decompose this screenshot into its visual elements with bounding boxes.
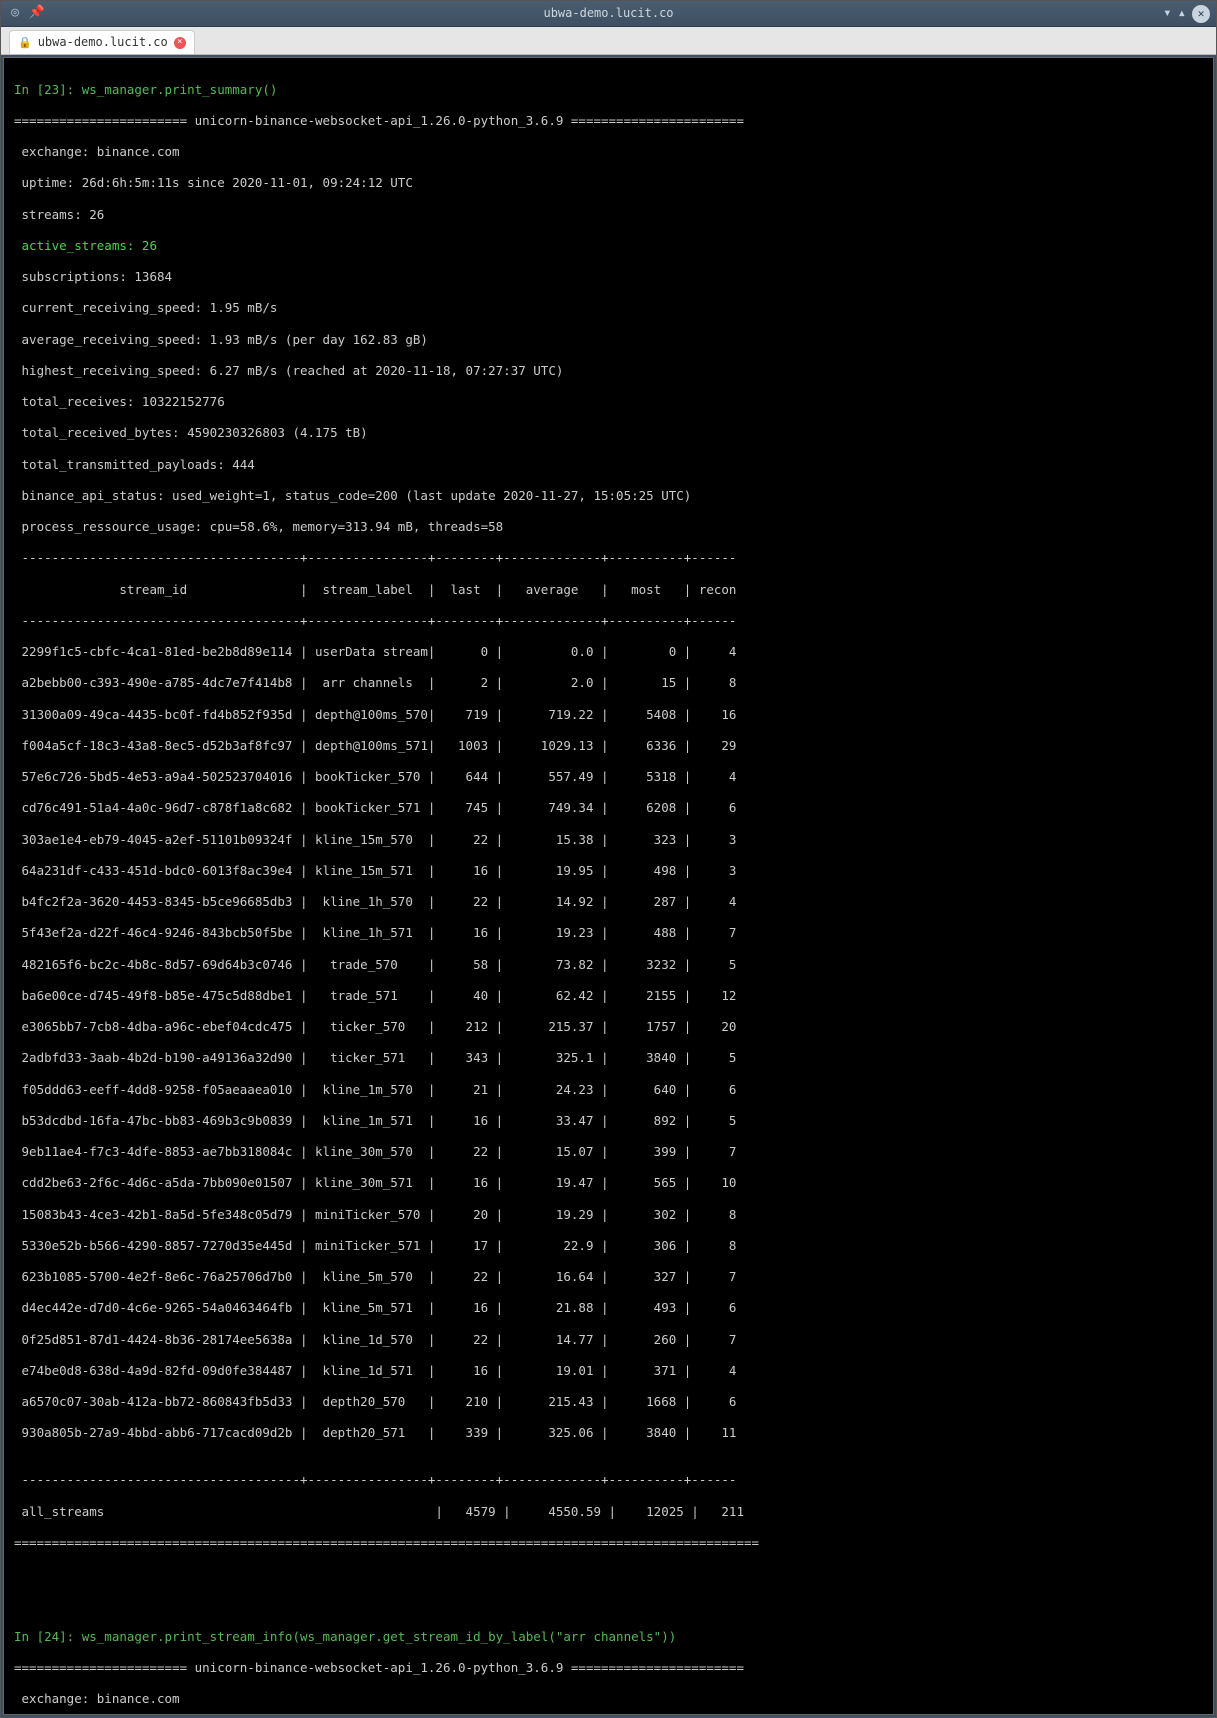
table-row: 2adbfd33-3aab-4b2d-b190-a49136a32d90 | t…: [14, 1050, 1203, 1066]
table-row: 64a231df-c433-451d-bdc0-6013f8ac39e4 | k…: [14, 863, 1203, 879]
summary-line: highest_receiving_speed: 6.27 mB/s (reac…: [14, 363, 1203, 379]
table-row: 303ae1e4-eb79-4045-a2ef-51101b09324f | k…: [14, 832, 1203, 848]
summary-line: binance_api_status: used_weight=1, statu…: [14, 488, 1203, 504]
info-line: exchange: binance.com: [14, 1691, 1203, 1707]
summary-line: average_receiving_speed: 1.93 mB/s (per …: [14, 332, 1203, 348]
table-row: 2299f1c5-cbfc-4ca1-81ed-be2b8d89e114 | u…: [14, 644, 1203, 660]
table-row: 5f43ef2a-d22f-46c4-9246-843bcb50f5be | k…: [14, 925, 1203, 941]
banner-line: ======================= unicorn-binance-…: [14, 1660, 1203, 1676]
summary-line: uptime: 26d:6h:5m:11s since 2020-11-01, …: [14, 175, 1203, 191]
ipython-prompt: In [23]: ws_manager.print_summary(): [14, 82, 277, 97]
table-row: d4ec442e-d7d0-4c6e-9265-54a0463464fb | k…: [14, 1300, 1203, 1316]
app-window: ◎ 📌 ubwa-demo.lucit.co ▾ ▴ ✕ 🔒 ubwa-demo…: [0, 0, 1217, 1718]
browser-tabbar: 🔒 ubwa-demo.lucit.co ×: [1, 27, 1216, 55]
table-row: cdd2be63-2f6c-4d6c-a5da-7bb090e01507 | k…: [14, 1175, 1203, 1191]
eq-line: ========================================…: [14, 1535, 1203, 1551]
table-row: b53dcdbd-16fa-47bc-bb83-469b3c9b0839 | k…: [14, 1113, 1203, 1129]
table-row: 31300a09-49ca-4435-bc0f-fd4b852f935d | d…: [14, 707, 1203, 723]
active-streams-line: active_streams: 26: [14, 238, 1203, 254]
table-row: 623b1085-5700-4e2f-8e6c-76a25706d7b0 | k…: [14, 1269, 1203, 1285]
table-row: ba6e00ce-d745-49f8-b85e-475c5d88dbe1 | t…: [14, 988, 1203, 1004]
table-row: a2bebb00-c393-490e-a785-4dc7e7f414b8 | a…: [14, 675, 1203, 691]
tab-label: ubwa-demo.lucit.co: [38, 35, 168, 50]
table-row: 57e6c726-5bd5-4e53-a9a4-502523704016 | b…: [14, 769, 1203, 785]
table-row: 15083b43-4ce3-42b1-8a5d-5fe348c05d79 | m…: [14, 1207, 1203, 1223]
table-sep: -------------------------------------+--…: [14, 1472, 1203, 1488]
browser-tab[interactable]: 🔒 ubwa-demo.lucit.co ×: [9, 30, 195, 54]
summary-line: exchange: binance.com: [14, 144, 1203, 160]
summary-line: subscriptions: 13684: [14, 269, 1203, 285]
summary-line: total_transmitted_payloads: 444: [14, 457, 1203, 473]
summary-line: total_received_bytes: 4590230326803 (4.1…: [14, 425, 1203, 441]
table-row: 930a805b-27a9-4bbd-abb6-717cacd09d2b | d…: [14, 1425, 1203, 1441]
summary-line: streams: 26: [14, 207, 1203, 223]
table-row: a6570c07-30ab-412a-bb72-860843fb5d33 | d…: [14, 1394, 1203, 1410]
summary-line: current_receiving_speed: 1.95 mB/s: [14, 300, 1203, 316]
tab-close-icon[interactable]: ×: [174, 37, 186, 49]
table-row: e3065bb7-7cb8-4dba-a96c-ebef04cdc475 | t…: [14, 1019, 1203, 1035]
pin-icon[interactable]: 📌: [29, 6, 45, 22]
terminal-pane[interactable]: In [23]: ws_manager.print_summary() ====…: [3, 57, 1214, 1715]
table-sep: -------------------------------------+--…: [14, 613, 1203, 629]
table-row: f004a5cf-18c3-43a8-8ec5-d52b3af8fc97 | d…: [14, 738, 1203, 754]
table-sep: -------------------------------------+--…: [14, 550, 1203, 566]
table-row: 5330e52b-b566-4290-8857-7270d35e445d | m…: [14, 1238, 1203, 1254]
window-title: ubwa-demo.lucit.co: [87, 6, 1130, 21]
table-row: cd76c491-51a4-4a0c-96d7-c878f1a8c682 | b…: [14, 800, 1203, 816]
summary-line: total_receives: 10322152776: [14, 394, 1203, 410]
table-row: f05ddd63-eeff-4dd8-9258-f05aeaaea010 | k…: [14, 1082, 1203, 1098]
table-totals: all_streams | 4579 | 4550.59 | 12025 | 2…: [14, 1504, 1203, 1520]
table-row: 0f25d851-87d1-4424-8b36-28174ee5638a | k…: [14, 1332, 1203, 1348]
window-titlebar[interactable]: ◎ 📌 ubwa-demo.lucit.co ▾ ▴ ✕: [1, 1, 1216, 27]
close-icon[interactable]: ✕: [1192, 5, 1210, 23]
app-icon: ◎: [7, 6, 23, 22]
minimize-icon[interactable]: ▾: [1163, 5, 1171, 23]
banner-line: ======================= unicorn-binance-…: [14, 113, 1203, 129]
table-row: 9eb11ae4-f7c3-4dfe-8853-ae7bb318084c | k…: [14, 1144, 1203, 1160]
maximize-icon[interactable]: ▴: [1178, 5, 1186, 23]
summary-line: process_ressource_usage: cpu=58.6%, memo…: [14, 519, 1203, 535]
lock-icon: 🔒: [18, 36, 32, 50]
table-row: 482165f6-bc2c-4b8c-8d57-69d64b3c0746 | t…: [14, 957, 1203, 973]
ipython-prompt: In [24]: ws_manager.print_stream_info(ws…: [14, 1629, 676, 1644]
table-header: stream_id | stream_label | last | averag…: [14, 582, 1203, 598]
table-row: e74be0d8-638d-4a9d-82fd-09d0fe384487 | k…: [14, 1363, 1203, 1379]
table-row: b4fc2f2a-3620-4453-8345-b5ce96685db3 | k…: [14, 894, 1203, 910]
